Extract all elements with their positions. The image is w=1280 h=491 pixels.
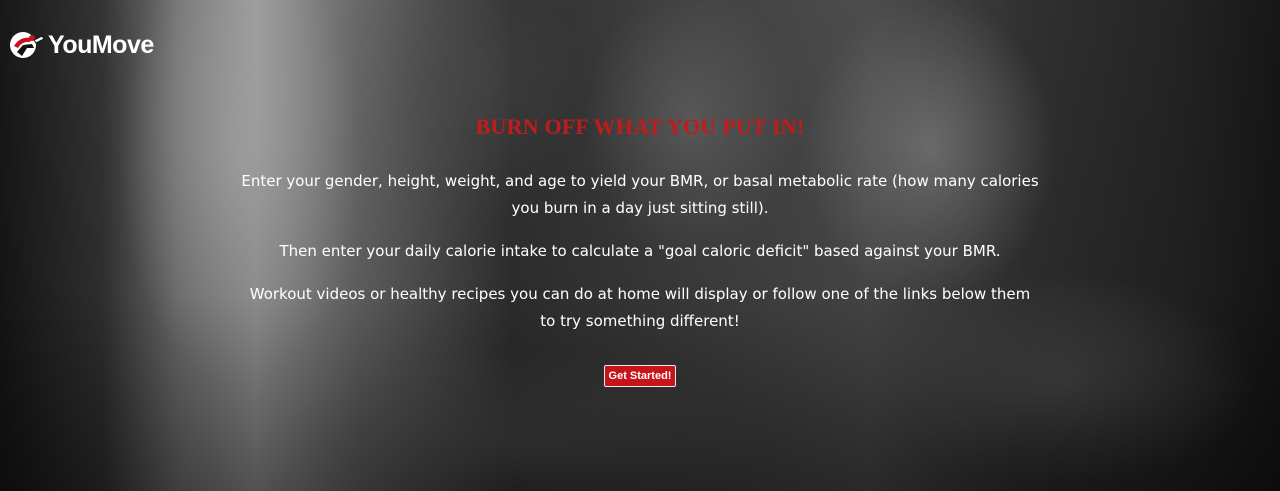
runner-logo-icon [10, 32, 45, 58]
hero-content: BURN OFF WHAT YOU PUT IN! Enter your gen… [240, 112, 1040, 387]
intro-paragraph-bmr: Enter your gender, height, weight, and a… [241, 172, 1039, 217]
brand-name: YouMove [48, 31, 154, 59]
intro-paragraph-deficit: Then enter your daily calorie intake to … [279, 242, 1001, 260]
hero-section: YouMove BURN OFF WHAT YOU PUT IN! Enter … [0, 0, 1280, 491]
get-started-button[interactable]: Get Started! [603, 365, 677, 387]
site-logo[interactable]: YouMove [8, 30, 154, 60]
intro-paragraph-videos: Workout videos or healthy recipes you ca… [249, 285, 1031, 330]
hero-headline: BURN OFF WHAT YOU PUT IN! [475, 114, 805, 139]
